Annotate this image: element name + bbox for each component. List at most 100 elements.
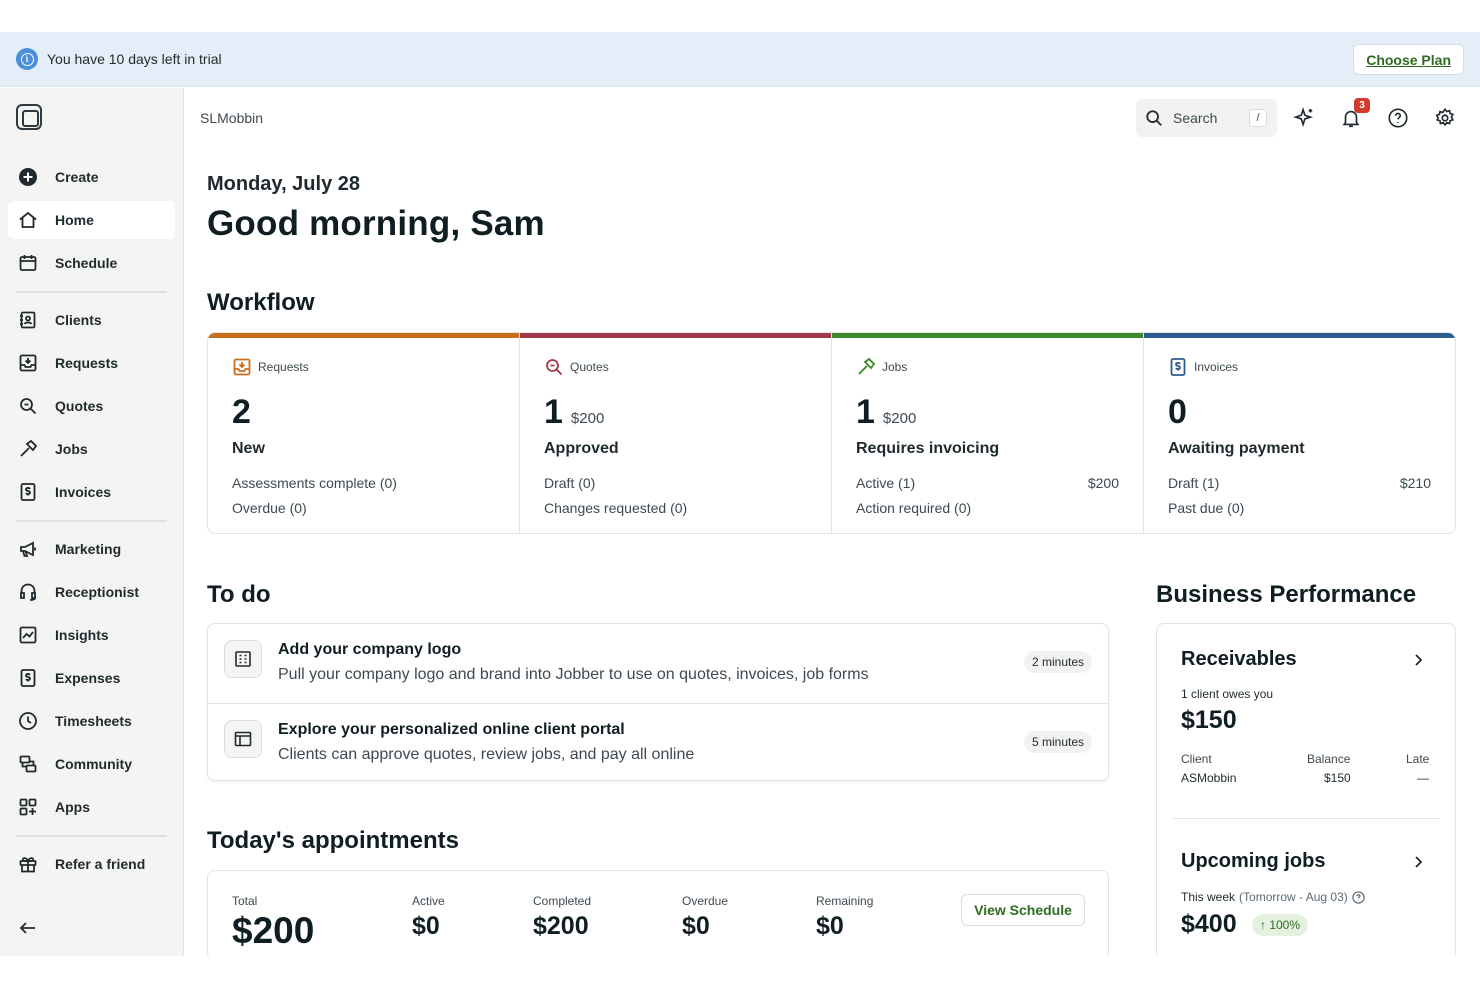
gear-icon[interactable] [1433, 106, 1457, 130]
sidebar-item-refer-a-friend[interactable]: Refer a friend [8, 845, 175, 883]
appointment-stat-remaining: Remaining $0 [816, 894, 873, 941]
sidebar-item-home[interactable]: Home [8, 201, 175, 239]
sidebar-item-insights[interactable]: Insights [8, 616, 175, 654]
sidebar-item-quotes[interactable]: Quotes [8, 387, 175, 425]
todo-item-company-logo[interactable]: Add your company logo Pull your company … [208, 624, 1108, 702]
workflow-status: Approved [544, 440, 619, 457]
help-icon[interactable] [1386, 106, 1410, 130]
workflow-row-label: Draft (1) [1168, 475, 1220, 491]
receivables-late: — [1417, 771, 1429, 785]
apps-icon [18, 797, 38, 817]
search-input[interactable]: Search / [1136, 99, 1277, 137]
workflow-row[interactable]: Overdue (0) [232, 500, 495, 516]
sidebar-item-label: Invoices [55, 484, 112, 500]
sparkle-icon[interactable] [1292, 106, 1316, 130]
performance-divider [1173, 818, 1439, 819]
workflow-color-bar [208, 333, 519, 338]
sidebar-item-requests[interactable]: Requests [8, 344, 175, 382]
sidebar-divider [16, 291, 167, 293]
headset-icon [18, 582, 38, 602]
workflow-name: Quotes [570, 360, 609, 374]
trial-message: You have 10 days left in trial [47, 51, 222, 67]
workflow-jobs[interactable]: Jobs 1 $200 Requires invoicing Active (1)… [832, 333, 1144, 533]
workflow-count: 1 [544, 393, 563, 431]
sidebar-item-marketing[interactable]: Marketing [8, 530, 175, 568]
sidebar-item-label: Timesheets [55, 713, 132, 729]
view-schedule-button[interactable]: View Schedule [961, 894, 1085, 926]
jobber-logo-icon[interactable] [16, 104, 42, 130]
workflow-row[interactable]: Action required (0) [856, 500, 1119, 516]
workflow-name: Jobs [882, 360, 908, 374]
workflow-quotes[interactable]: Quotes 1 $200 Approved Draft (0) Changes … [520, 333, 832, 533]
workflow-count: 1 [856, 393, 875, 431]
sidebar-item-schedule[interactable]: Schedule [8, 244, 175, 282]
workflow-row[interactable]: Changes requested (0) [544, 500, 807, 516]
collapse-sidebar-button[interactable] [8, 909, 175, 947]
sidebar-divider [16, 520, 167, 522]
notification-badge: 3 [1354, 98, 1370, 113]
workflow-status: New [232, 440, 265, 457]
inbox-icon [18, 353, 38, 373]
sidebar-item-receptionist[interactable]: Receptionist [8, 573, 175, 611]
upcoming-jobs-title[interactable]: Upcoming jobs [1181, 850, 1325, 873]
workflow-row-label: Past due (0) [1168, 500, 1245, 516]
sidebar-item-label: Create [55, 169, 99, 185]
workflow-row[interactable]: Draft (1) $210 [1168, 475, 1431, 491]
receivables-title[interactable]: Receivables [1181, 648, 1297, 671]
workflow-count: 0 [1168, 393, 1187, 431]
sidebar-item-apps[interactable]: Apps [8, 788, 175, 826]
workflow-requests[interactable]: Requests 2 New Assessments complete (0) … [208, 333, 520, 533]
info-icon: i [16, 48, 38, 70]
receipt-icon [18, 668, 38, 688]
chevron-right-icon[interactable] [1411, 653, 1425, 667]
workflow-name: Invoices [1194, 360, 1239, 374]
workflow-amount: $200 [882, 410, 917, 427]
search-icon [1145, 109, 1163, 127]
receivables-balance: $150 [1324, 771, 1351, 785]
todo-time-badge: 2 minutes [1023, 651, 1092, 673]
workflow-row[interactable]: Draft (0) [544, 475, 807, 491]
performance-heading: Business Performance [1156, 581, 1417, 608]
hammer-icon [856, 357, 876, 377]
chevron-right-icon[interactable] [1411, 855, 1425, 869]
sidebar-item-community[interactable]: Community [8, 745, 175, 783]
sidebar-item-expenses[interactable]: Expenses [8, 659, 175, 697]
search-label: Search [1173, 110, 1218, 126]
workflow-amount: $200 [570, 410, 605, 427]
workflow-row-label: Assessments complete (0) [232, 475, 397, 491]
arrow-left-icon [18, 918, 38, 938]
sidebar-item-jobs[interactable]: Jobs [8, 430, 175, 468]
sidebar-item-label: Schedule [55, 255, 118, 271]
sidebar-item-label: Community [55, 756, 132, 772]
sidebar-item-clients[interactable]: Clients [8, 301, 175, 339]
sidebar-divider [16, 835, 167, 837]
portal-icon [224, 720, 262, 758]
workflow-heading: Workflow [207, 289, 315, 316]
workflow-count: 2 [232, 393, 251, 431]
sidebar-item-label: Requests [55, 355, 119, 371]
quote-icon [544, 357, 564, 377]
todo-item-client-portal[interactable]: Explore your personalized online client … [208, 703, 1108, 781]
sidebar-item-invoices[interactable]: Invoices [8, 473, 175, 511]
stat-value: $0 [816, 912, 844, 940]
workflow-row[interactable]: Active (1) $200 [856, 475, 1119, 491]
help-icon[interactable] [1352, 890, 1365, 904]
plus-circle-icon [18, 167, 38, 187]
receivables-client[interactable]: ASMobbin [1181, 771, 1236, 785]
todo-title: Explore your personalized online client … [278, 721, 625, 738]
todo-title: Add your company logo [278, 641, 462, 658]
workflow-row[interactable]: Assessments complete (0) [232, 475, 495, 491]
sidebar-item-create[interactable]: Create [8, 158, 175, 196]
workflow-invoices[interactable]: Invoices 0 Awaiting payment Draft (1) $21… [1144, 333, 1455, 533]
workflow-row[interactable]: Past due (0) [1168, 500, 1431, 516]
appointments-panel: Total $200 Active $0 Completed $200 Overdue… [207, 870, 1109, 960]
current-date: Monday, July 28 [207, 173, 361, 195]
choose-plan-button[interactable]: Choose Plan [1353, 44, 1464, 75]
upcoming-period-label: This week [1181, 890, 1236, 904]
building-icon [224, 640, 262, 678]
appointment-stat-active: Active $0 [412, 894, 445, 941]
company-name: SLMobbin [200, 110, 264, 126]
sidebar-item-timesheets[interactable]: Timesheets [8, 702, 175, 740]
community-icon [18, 754, 38, 774]
stat-label: Remaining [816, 894, 874, 908]
